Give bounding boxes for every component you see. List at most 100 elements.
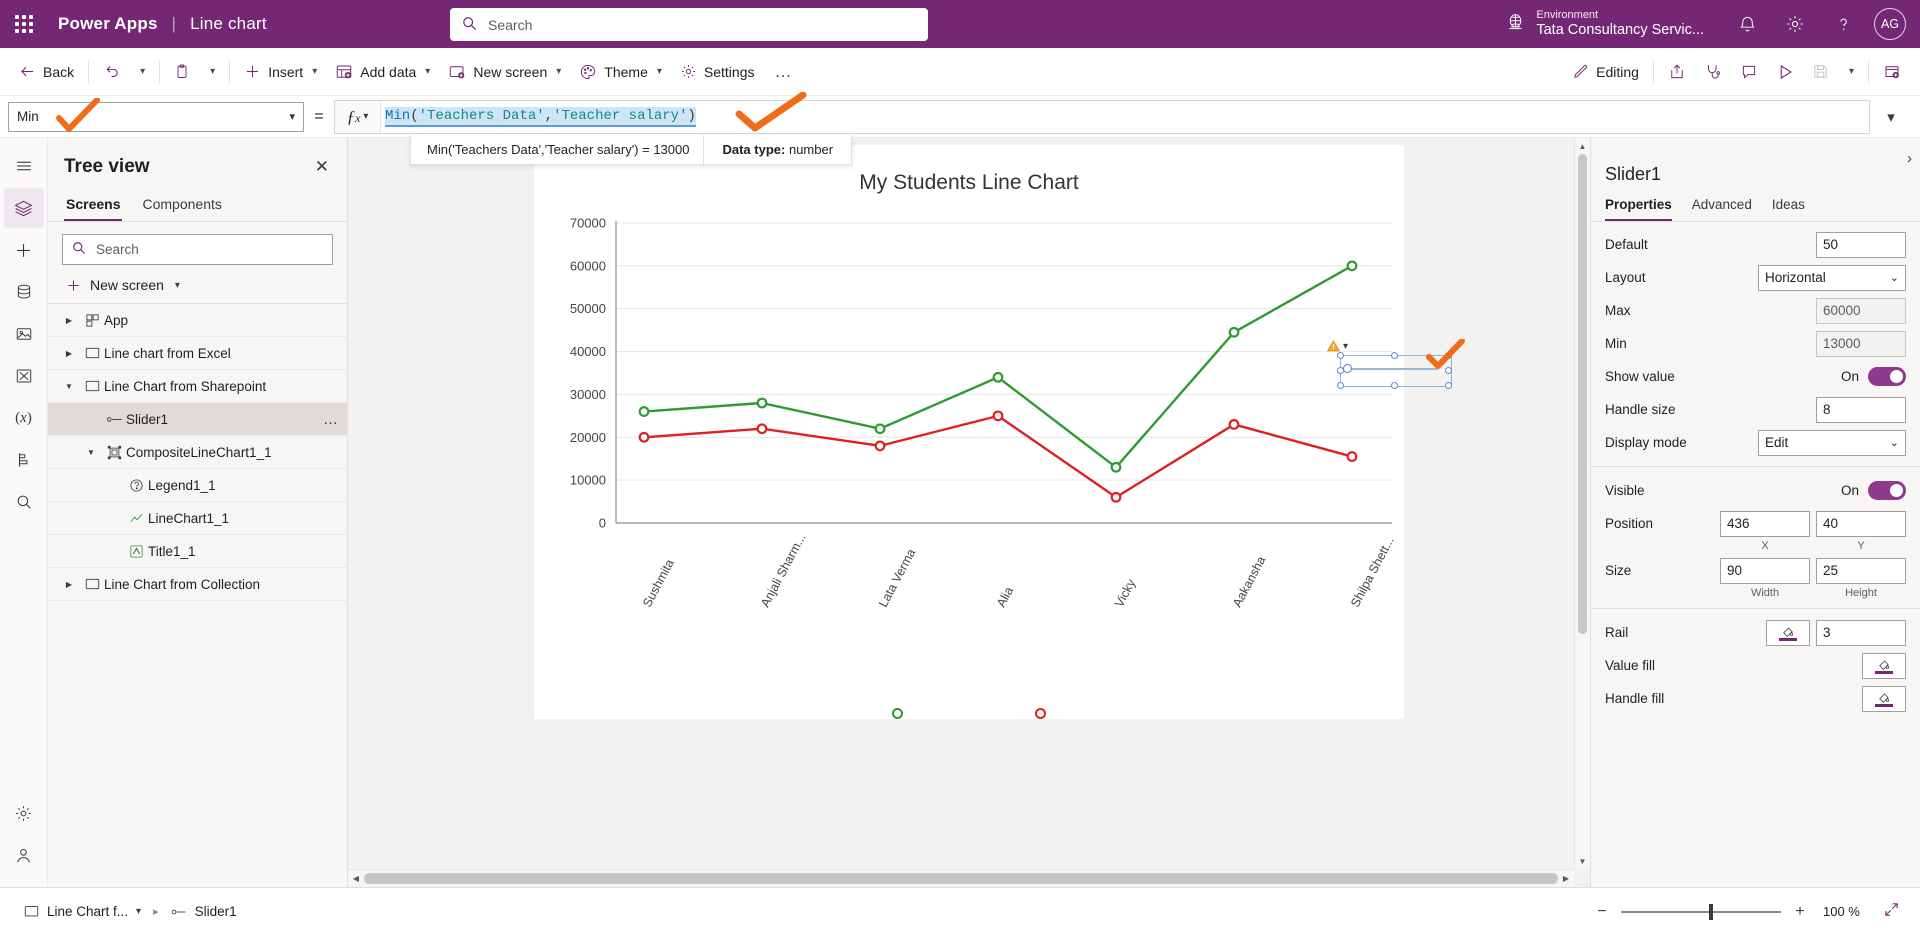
notifications-icon[interactable] (1724, 0, 1770, 48)
scroll-right-icon[interactable]: ▶ (1558, 870, 1574, 887)
rail-account-icon[interactable] (4, 835, 44, 875)
rail-input[interactable]: 3 (1816, 619, 1906, 646)
chevron-right-icon[interactable]: ▶ (58, 580, 80, 589)
hamburger-menu-icon[interactable] (4, 146, 44, 186)
rail-media-icon[interactable] (4, 314, 44, 354)
vertical-scroll-thumb[interactable] (1578, 154, 1587, 634)
close-icon[interactable]: ✕ (311, 154, 333, 179)
add-data-button[interactable]: Add data ▾ (326, 55, 439, 89)
rail-settings-icon[interactable] (4, 793, 44, 833)
tree-item-linechart1-1[interactable]: LineChart1_1 (48, 502, 347, 535)
rail-insert-icon[interactable] (4, 230, 44, 270)
control-warning[interactable]: ▾ (1326, 339, 1348, 353)
tree-item-line-chart-from-excel[interactable]: ▶ Line chart from Excel (48, 337, 347, 370)
undo-dropdown[interactable]: ▾ (129, 55, 154, 89)
handle-size-input[interactable]: 8 (1816, 396, 1906, 423)
save-dropdown[interactable]: ▾ (1838, 55, 1863, 89)
display-mode-select[interactable]: Edit ⌄ (1758, 429, 1906, 456)
tab-ideas[interactable]: Ideas (1772, 197, 1805, 221)
line-chart[interactable]: 0 10000 20000 30000 40000 50000 60000 70000 (534, 201, 1404, 601)
screen-preview[interactable]: My Students Line Chart 0 10000 20000 30000 4… (534, 145, 1465, 719)
visible-toggle[interactable] (1868, 481, 1906, 500)
chevron-down-icon[interactable]: ▼ (58, 382, 80, 391)
tree-search[interactable] (62, 234, 333, 265)
canvas-vertical-scrollbar[interactable]: ▲ ▼ (1574, 138, 1590, 869)
rail-variables-icon[interactable]: (x) (4, 398, 44, 438)
app-launcher-icon[interactable] (0, 0, 48, 48)
formula-expand-button[interactable]: ▾ (1870, 108, 1912, 126)
paste-button[interactable] (165, 55, 199, 89)
rail-powerfx-icon[interactable] (4, 356, 44, 396)
rail-tests-icon[interactable] (4, 440, 44, 480)
tree-item-legend1-1[interactable]: Legend1_1 (48, 469, 347, 502)
avatar[interactable]: AG (1874, 8, 1906, 40)
tree-search-input[interactable] (94, 241, 323, 258)
position-x-input[interactable]: 436 (1720, 510, 1810, 537)
panel-collapse-icon[interactable]: › (1907, 150, 1912, 167)
help-icon[interactable] (1820, 0, 1866, 48)
preview-play-icon[interactable] (1767, 55, 1803, 89)
horizontal-scroll-thumb[interactable] (364, 873, 1558, 884)
search-input[interactable] (486, 15, 916, 34)
resize-handle-se[interactable] (1445, 382, 1452, 389)
value-fill-color-button[interactable] (1862, 652, 1906, 679)
tree-item-compositelinechart1-1[interactable]: ▼ CompositeLineChart1_1 (48, 436, 347, 469)
tree-item-more-button[interactable]: … (323, 411, 339, 428)
screen-chip[interactable]: Line Chart f... ▾ (16, 899, 149, 924)
publish-icon[interactable] (1874, 55, 1910, 89)
layout-select[interactable]: Horizontal ⌄ (1758, 264, 1906, 291)
rail-data-icon[interactable] (4, 272, 44, 312)
chevron-right-icon[interactable]: ▶ (58, 316, 80, 325)
default-input[interactable]: 50 (1816, 231, 1906, 258)
save-icon[interactable] (1803, 55, 1838, 89)
handle-fill-color-button[interactable] (1862, 685, 1906, 712)
tree-item-line-chart-from-collection[interactable]: ▶ Line Chart from Collection (48, 568, 347, 601)
control-chip[interactable]: Slider1 (163, 899, 245, 924)
app-checker-icon[interactable] (1695, 55, 1731, 89)
new-screen-button[interactable]: New screen ▾ (439, 55, 570, 89)
resize-handle-e[interactable] (1445, 367, 1452, 374)
selected-slider-control[interactable]: ▾ (1326, 339, 1465, 391)
resize-handle-ne[interactable] (1445, 352, 1452, 359)
settings-button[interactable]: Settings (671, 55, 764, 89)
tree-item-title1-1[interactable]: Title1_1 (48, 535, 347, 568)
resize-handle-nw[interactable] (1337, 352, 1344, 359)
formula-input-wrapper[interactable]: ƒx ▾ Min('Teachers Data','Teacher salary… (334, 99, 1870, 134)
paste-dropdown[interactable]: ▾ (199, 55, 224, 89)
fx-button[interactable]: ƒx ▾ (335, 100, 381, 133)
editing-mode-button[interactable]: Editing (1563, 55, 1648, 89)
resize-handle-n[interactable] (1391, 352, 1398, 359)
chevron-down-icon[interactable]: ▼ (80, 448, 102, 457)
comments-icon[interactable] (1731, 55, 1767, 89)
tree-item-line-chart-from-sharepoint[interactable]: ▼ Line Chart from Sharepoint (48, 370, 347, 403)
tab-screens[interactable]: Screens (64, 191, 123, 221)
rail-tree-view-icon[interactable] (3, 188, 44, 228)
zoom-control[interactable]: − + (1593, 903, 1809, 921)
resize-handle-s[interactable] (1391, 382, 1398, 389)
resize-handle-sw[interactable] (1337, 382, 1344, 389)
rail-search-icon[interactable] (4, 482, 44, 522)
fit-screen-icon[interactable] (1879, 897, 1904, 926)
share-icon[interactable] (1659, 55, 1695, 89)
environment-picker[interactable]: Environment Tata Consultancy Servic... (1505, 9, 1704, 38)
new-screen-button[interactable]: New screen ▾ (48, 271, 347, 304)
formula-input[interactable]: Min('Teachers Data','Teacher salary') (381, 101, 1869, 133)
tree-item-app[interactable]: ▶ App (48, 304, 347, 337)
tab-advanced[interactable]: Advanced (1692, 197, 1752, 221)
back-button[interactable]: Back (10, 55, 83, 89)
property-selector[interactable]: Min ▾ (8, 101, 304, 132)
tab-properties[interactable]: Properties (1605, 197, 1672, 221)
zoom-in-button[interactable]: + (1791, 903, 1809, 921)
zoom-slider-knob[interactable] (1709, 903, 1713, 920)
chart-legend[interactable] (534, 706, 1404, 719)
undo-button[interactable] (94, 55, 129, 89)
chevron-right-icon[interactable]: ▶ (58, 349, 80, 358)
theme-button[interactable]: Theme ▾ (570, 55, 671, 89)
position-y-input[interactable]: 40 (1816, 510, 1906, 537)
scroll-up-icon[interactable]: ▲ (1575, 138, 1590, 154)
scroll-left-icon[interactable]: ◀ (348, 870, 364, 887)
size-height-input[interactable]: 25 (1816, 557, 1906, 584)
slider-handle[interactable] (1343, 364, 1352, 373)
tree-item-slider1[interactable]: Slider1… (48, 403, 347, 436)
global-search[interactable] (450, 8, 928, 41)
